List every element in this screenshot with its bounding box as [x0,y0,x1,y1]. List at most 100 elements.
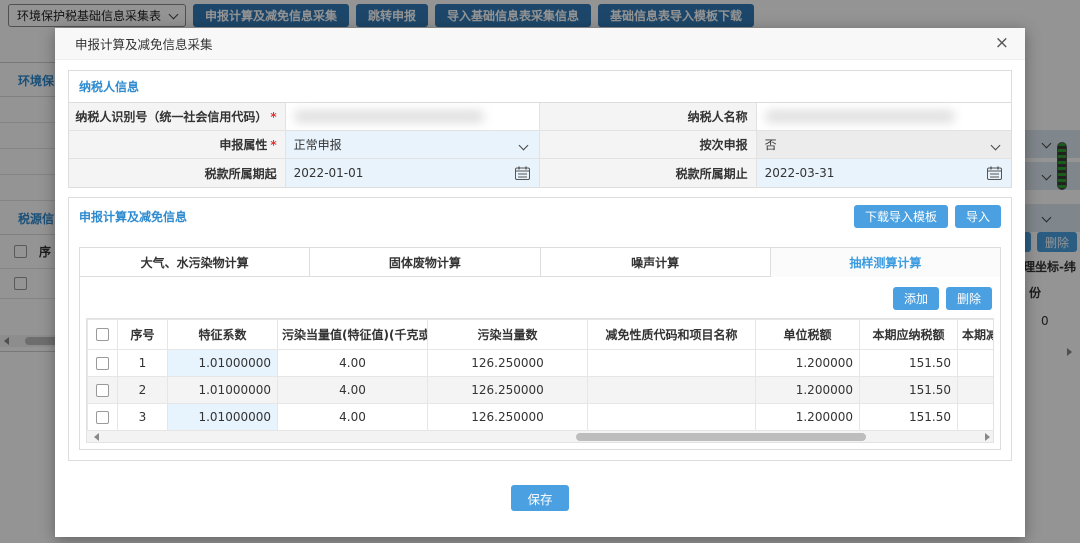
label-text: 申报属性 [219,136,267,153]
delete-row-button[interactable]: 删除 [946,287,992,310]
row-select-cell [88,377,118,404]
period-end-label: 税款所属期止 [540,159,757,187]
select-all-checkbox[interactable] [96,328,109,341]
equiv-value-cell: 4.00 [278,350,428,377]
modal-title: 申报计算及减免信息采集 [75,34,213,53]
tax-due-cell: 151.50 [860,377,958,404]
exemption-cell [588,377,756,404]
select-all-header [88,320,118,350]
redacted-value [765,110,955,123]
row-checkbox[interactable] [96,411,109,424]
row-checkbox[interactable] [96,384,109,397]
table-toolbar: 添加 删除 [86,285,994,318]
percycle-label: 按次申报 [540,131,757,158]
reduction-cell: 0.00 [958,404,995,431]
taxpayer-section-title: 纳税人信息 [79,78,139,95]
table-clip: 序号 特征系数 污染当量值(特征值)(千克或吨) 污染当量数 减免性质代码和项目… [86,318,994,431]
field-row: 申报属性 * 正常申报 [69,131,540,159]
coef-cell[interactable]: 1.01000000 [168,350,278,377]
equiv-count-cell: 126.250000 [428,377,588,404]
coef-cell[interactable]: 1.01000000 [168,404,278,431]
table-card: 添加 删除 序号 [79,277,1001,450]
equiv-count-cell: 126.250000 [428,350,588,377]
exemption-cell [588,350,756,377]
table-header-row: 序号 特征系数 污染当量值(特征值)(千克或吨) 污染当量数 减免性质代码和项目… [88,320,995,350]
tab-solid-waste[interactable]: 固体废物计算 [310,248,540,277]
calendar-icon [987,166,1002,180]
redacted-value [294,110,484,123]
equiv-count-cell: 126.250000 [428,404,588,431]
exemption-cell [588,404,756,431]
save-area: 保存 [68,485,1012,511]
import-button[interactable]: 导入 [955,205,1001,228]
chevron-down-icon [991,141,1001,151]
taxpayer-fields: 纳税人识别号（统一社会信用代码） * 纳税人名称 [69,103,1011,187]
scrollbar-thumb[interactable] [576,433,866,441]
taxpayer-panel: 纳税人信息 纳税人识别号（统一社会信用代码） * 纳税人名称 [68,70,1012,188]
taxpayer-id-field[interactable] [286,103,540,130]
download-template-button[interactable]: 下载导入模板 [854,205,948,228]
field-row: 税款所属期起 2022-01-01 [69,159,540,187]
calc-panel-titlebar: 申报计算及减免信息 下载导入模板 导入 [69,198,1011,235]
tab-sampling[interactable]: 抽样测算计算 [771,248,1000,277]
col-exemption: 减免性质代码和项目名称 [588,320,756,350]
tab-noise[interactable]: 噪声计算 [541,248,771,277]
page: 环境保护税基础信息采集表 申报计算及减免信息采集 跳转申报 导入基础信息表采集信… [0,0,1080,543]
scroll-right-icon[interactable] [985,433,990,441]
seq-cell: 3 [118,404,168,431]
unit-tax-cell: 1.200000 [756,404,860,431]
row-checkbox[interactable] [96,357,109,370]
reduction-cell: 0.00 [958,377,995,404]
col-seq: 序号 [118,320,168,350]
taxpayer-name-field[interactable] [757,103,1011,130]
taxpayer-name-label: 纳税人名称 [540,103,757,130]
table-row: 1 1.01000000 4.00 126.250000 1.200000 15… [88,350,995,377]
calc-header-buttons: 下载导入模板 导入 [854,205,1001,228]
declare-attr-label: 申报属性 * [69,131,286,158]
declaration-modal: 申报计算及减免信息采集 × 纳税人信息 纳税人识别号（统一社会信用代码） * [55,28,1025,537]
row-select-cell [88,404,118,431]
add-row-button[interactable]: 添加 [893,287,939,310]
percycle-select[interactable]: 否 [757,131,1011,158]
table-row: 2 1.01000000 4.00 126.250000 1.200000 15… [88,377,995,404]
col-equiv-count: 污染当量数 [428,320,588,350]
coef-cell[interactable]: 1.01000000 [168,377,278,404]
period-start-label: 税款所属期起 [69,159,286,187]
modal-header: 申报计算及减免信息采集 × [55,28,1025,60]
period-end-field[interactable]: 2022-03-31 [757,159,1011,187]
declare-attr-select[interactable]: 正常申报 [286,131,540,158]
required-mark: * [270,138,276,152]
scroll-left-icon[interactable] [94,433,99,441]
table-horizontal-scrollbar[interactable] [86,431,994,443]
period-start-field[interactable]: 2022-01-01 [286,159,540,187]
taxpayer-panel-titlebar: 纳税人信息 [69,71,1011,103]
field-row: 按次申报 否 [540,131,1011,159]
calendar-icon [515,166,530,180]
label-text: 纳税人识别号（统一社会信用代码） [75,108,267,125]
calc-panel: 申报计算及减免信息 下载导入模板 导入 大气、水污染物计算 固体废物计算 噪声计… [68,197,1012,461]
seq-cell: 1 [118,350,168,377]
taxpayer-id-label: 纳税人识别号（统一社会信用代码） * [69,103,286,130]
date-value: 2022-03-31 [765,166,835,180]
field-row: 纳税人识别号（统一社会信用代码） * [69,103,540,131]
tax-due-cell: 151.50 [860,404,958,431]
field-row: 税款所属期止 2022-03-31 [540,159,1011,187]
col-equiv-value: 污染当量值(特征值)(千克或吨) [278,320,428,350]
table-row: 3 1.01000000 4.00 126.250000 1.200000 15… [88,404,995,431]
close-icon[interactable]: × [995,35,1009,52]
tab-air-water[interactable]: 大气、水污染物计算 [80,248,310,277]
calc-tabs: 大气、水污染物计算 固体废物计算 噪声计算 抽样测算计算 [79,247,1001,277]
unit-tax-cell: 1.200000 [756,350,860,377]
col-coef: 特征系数 [168,320,278,350]
equiv-value-cell: 4.00 [278,404,428,431]
equiv-value-cell: 4.00 [278,377,428,404]
select-value: 否 [765,136,777,153]
save-button[interactable]: 保存 [511,485,568,511]
col-tax-due: 本期应纳税额 [860,320,958,350]
row-select-cell [88,350,118,377]
select-value: 正常申报 [294,136,342,153]
chevron-down-icon [519,141,529,151]
calc-section-title: 申报计算及减免信息 [79,208,187,225]
sampling-table: 序号 特征系数 污染当量值(特征值)(千克或吨) 污染当量数 减免性质代码和项目… [87,319,994,431]
date-value: 2022-01-01 [294,166,364,180]
